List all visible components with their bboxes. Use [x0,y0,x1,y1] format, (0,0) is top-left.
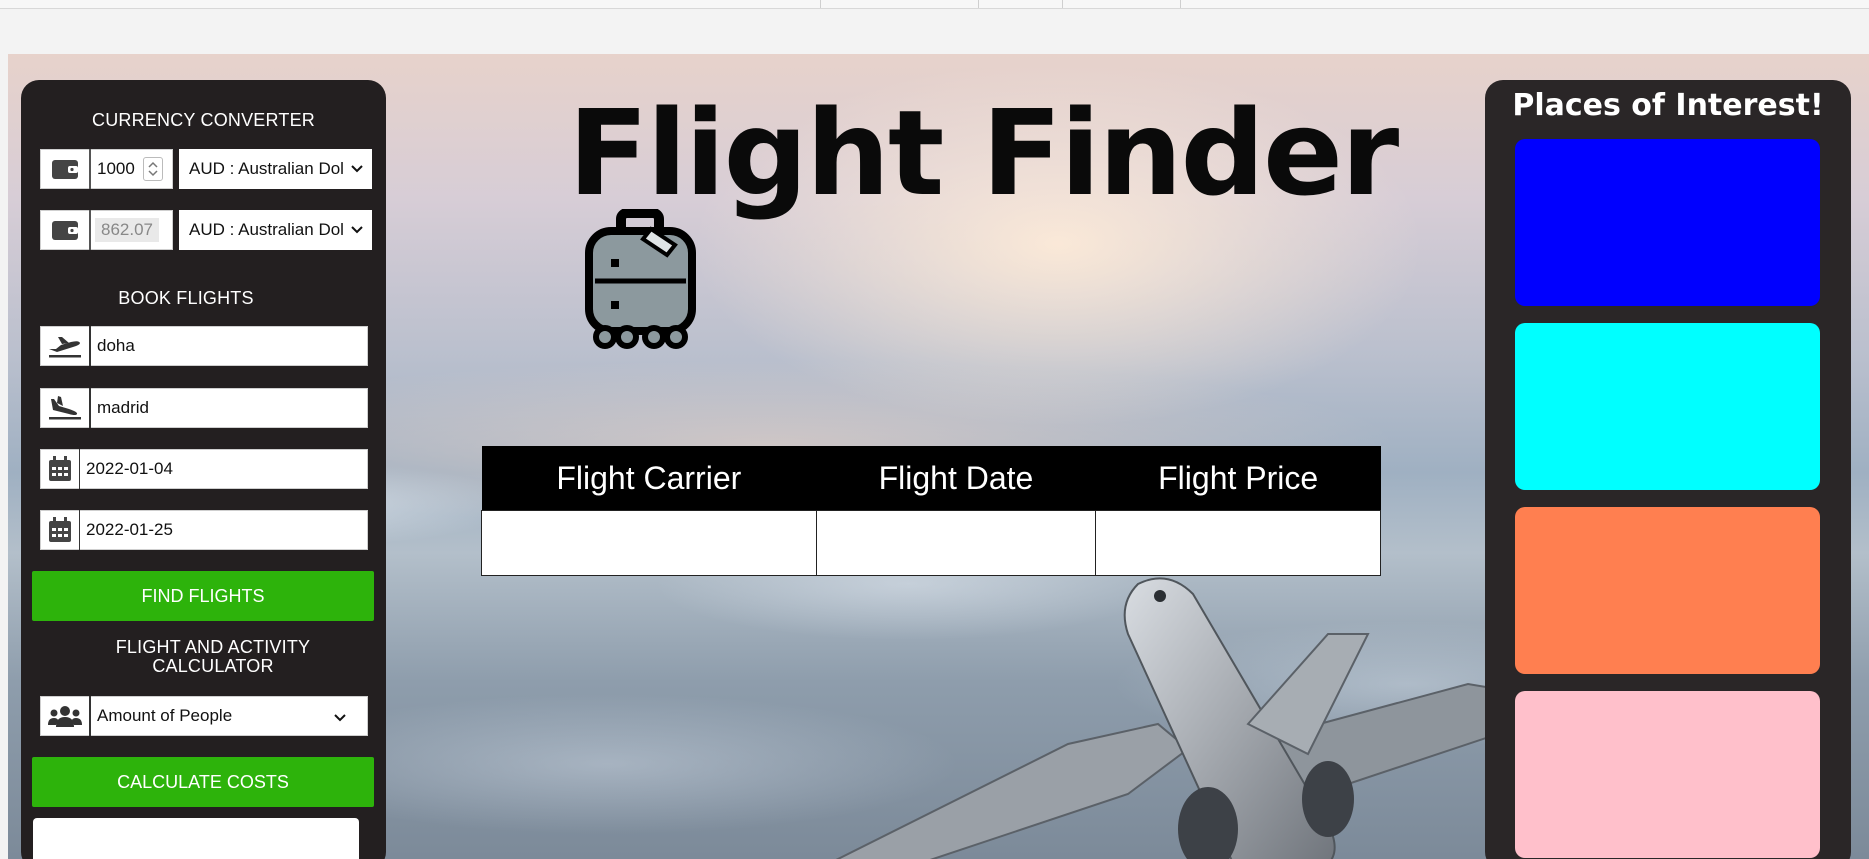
place-card[interactable] [1515,139,1820,306]
departure-city-input[interactable]: doha [91,336,135,356]
to-currency-value: AUD : Australian Dol [189,220,344,239]
toolbar-divider [1062,0,1063,8]
wallet-icon [41,210,91,250]
chevron-down-icon [351,226,363,234]
place-card[interactable] [1515,323,1820,490]
table-header-row: Flight Carrier Flight Date Flight Price [481,446,1381,511]
places-title: Places of Interest! [1512,88,1824,123]
amount-stepper[interactable] [142,157,163,181]
book-flights-title: BOOK FLIGHTS [118,288,254,308]
people-select-value: Amount of People [97,706,233,725]
return-date-field[interactable]: 2022-01-25 [40,510,368,550]
calendar-icon [41,449,80,489]
converted-field[interactable]: 862.07 [40,210,173,250]
chevron-down-icon [334,714,346,722]
table-cell [815,510,1097,576]
calculate-costs-button[interactable]: CALCULATE COSTS [32,757,374,807]
users-icon [41,696,91,736]
table-cell [1095,510,1381,576]
calculator-title: FLIGHT AND ACTIVITY CALCULATOR [115,637,311,676]
toolbar-divider [820,0,821,8]
place-card[interactable] [1515,691,1820,858]
place-card[interactable] [1515,507,1820,674]
amount-field[interactable]: 1000 [40,149,173,189]
from-currency-value: AUD : Australian Dol [189,159,344,178]
toolbar-divider [978,0,979,8]
depart-date-input[interactable]: 2022-01-04 [80,459,173,479]
arrival-city-field[interactable]: madrid [40,388,368,428]
page-background: CURRENCY CONVERTER 1000 AUD : Australian… [8,54,1869,859]
converted-output: 862.07 [95,218,159,242]
find-flights-button[interactable]: FIND FLIGHTS [32,571,374,621]
plane-departure-icon [41,326,91,366]
column-header-carrier: Flight Carrier [481,446,817,511]
column-header-date: Flight Date [816,446,1096,511]
results-box [33,818,359,859]
people-select[interactable]: Amount of People [40,696,368,736]
browser-top-strip [0,0,1869,9]
plane-arrival-icon [41,388,91,428]
table-cell [481,510,817,576]
currency-converter-title: CURRENCY CONVERTER [92,110,315,130]
flights-table: Flight Carrier Flight Date Flight Price [481,446,1381,576]
page-title: Flight Finder [568,84,1399,222]
return-date-input[interactable]: 2022-01-25 [80,520,173,540]
amount-input[interactable]: 1000 [91,159,135,179]
airplane-image [835,577,1528,859]
chevron-down-icon [351,165,363,173]
luggage-icon [585,209,696,349]
table-row [481,510,1381,576]
depart-date-field[interactable]: 2022-01-04 [40,449,368,489]
departure-city-field[interactable]: doha [40,326,368,366]
toolbar-divider [1180,0,1181,8]
to-currency-select[interactable]: AUD : Australian Dol [179,210,372,250]
wallet-icon [41,149,91,189]
column-header-price: Flight Price [1095,446,1381,511]
calendar-icon [41,510,80,550]
from-currency-select[interactable]: AUD : Australian Dol [179,149,372,189]
arrival-city-input[interactable]: madrid [91,398,149,418]
